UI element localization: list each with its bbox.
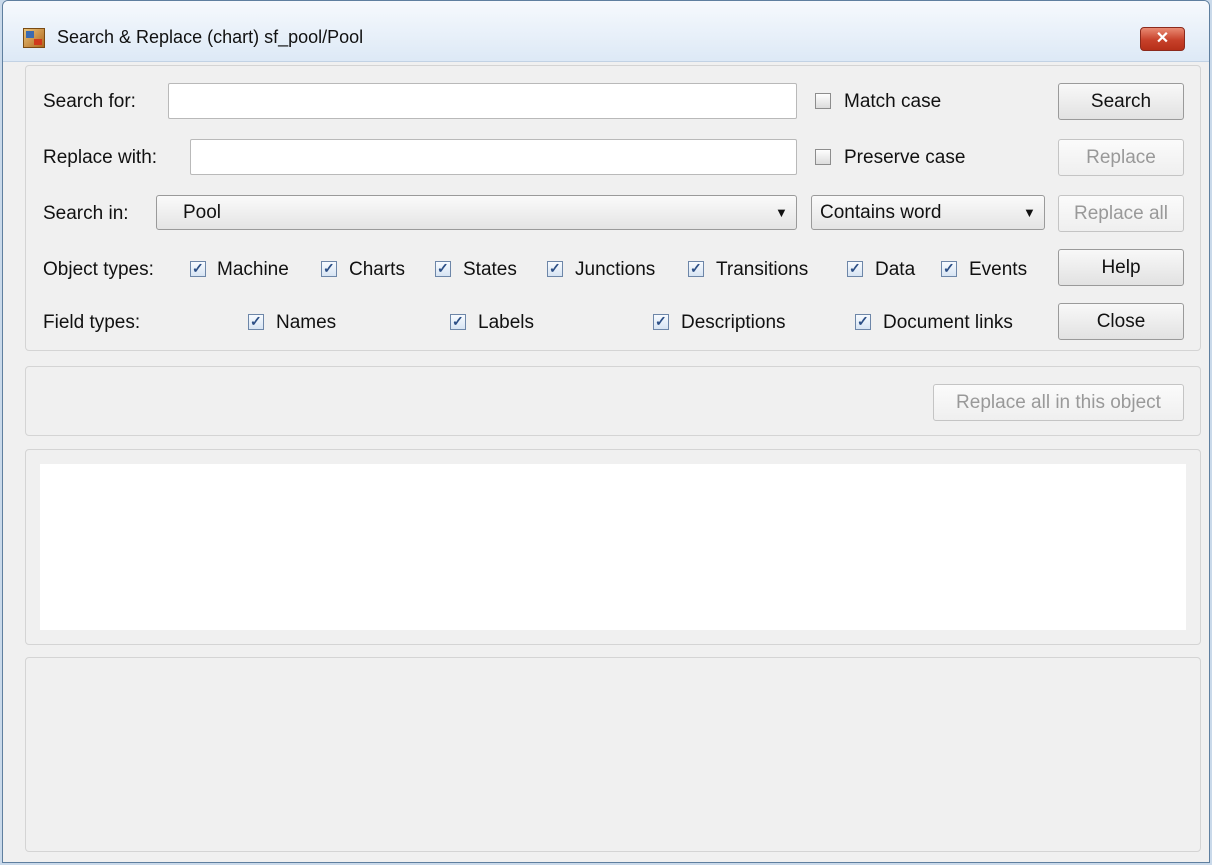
check-icon: ✓ bbox=[943, 260, 955, 276]
check-icon: ✓ bbox=[437, 260, 449, 276]
close-icon: ✕ bbox=[1155, 30, 1170, 47]
field-type-document-links-label: Document links bbox=[883, 312, 1013, 333]
search-button[interactable]: Search bbox=[1058, 83, 1184, 120]
search-in-dropdown[interactable]: Pool ▼ bbox=[156, 195, 797, 230]
preserve-case-checkbox[interactable] bbox=[815, 149, 831, 165]
check-icon: ✓ bbox=[323, 260, 335, 276]
field-type-labels-label: Labels bbox=[478, 312, 534, 333]
object-type-junctions-checkbox[interactable]: ✓ bbox=[547, 260, 563, 277]
window-close-button[interactable]: ✕ bbox=[1140, 27, 1185, 51]
replace-input[interactable] bbox=[190, 139, 797, 175]
check-icon: ✓ bbox=[655, 313, 667, 329]
match-mode-dropdown[interactable]: Contains word ▼ bbox=[811, 195, 1045, 230]
results-area[interactable] bbox=[40, 464, 1186, 630]
object-types-label: Object types: bbox=[43, 259, 154, 280]
help-button[interactable]: Help bbox=[1058, 249, 1184, 286]
field-type-descriptions-label: Descriptions bbox=[681, 312, 786, 333]
check-icon: ✓ bbox=[549, 260, 561, 276]
chevron-down-icon: ▼ bbox=[1023, 205, 1036, 220]
replace-button[interactable]: Replace bbox=[1058, 139, 1184, 176]
chevron-down-icon: ▼ bbox=[775, 205, 788, 220]
field-type-labels-checkbox[interactable]: ✓ bbox=[450, 313, 466, 330]
replace-with-label: Replace with: bbox=[43, 147, 158, 168]
object-type-charts-label: Charts bbox=[349, 259, 405, 280]
search-in-value: Pool bbox=[183, 202, 222, 223]
title-bar: Search & Replace (chart) sf_pool/Pool ✕ bbox=[3, 1, 1209, 62]
search-in-label: Search in: bbox=[43, 203, 129, 224]
object-type-machine-checkbox[interactable]: ✓ bbox=[190, 260, 206, 277]
field-type-descriptions-checkbox[interactable]: ✓ bbox=[653, 313, 669, 330]
preserve-case-label: Preserve case bbox=[844, 147, 966, 168]
match-mode-value: Contains word bbox=[820, 202, 942, 223]
object-type-data-label: Data bbox=[875, 259, 916, 280]
field-types-label: Field types: bbox=[43, 312, 141, 333]
object-type-transitions-checkbox[interactable]: ✓ bbox=[688, 260, 704, 277]
window-title: Search & Replace (chart) sf_pool/Pool bbox=[57, 27, 364, 47]
object-type-events-checkbox[interactable]: ✓ bbox=[941, 260, 957, 277]
object-type-states-label: States bbox=[463, 259, 517, 280]
search-for-label: Search for: bbox=[43, 91, 136, 112]
match-case-checkbox[interactable] bbox=[815, 93, 831, 109]
check-icon: ✓ bbox=[690, 260, 702, 276]
object-type-machine-label: Machine bbox=[217, 259, 289, 280]
field-type-names-label: Names bbox=[276, 312, 337, 333]
check-icon: ✓ bbox=[849, 260, 861, 276]
check-icon: ✓ bbox=[452, 313, 464, 329]
object-type-charts-checkbox[interactable]: ✓ bbox=[321, 260, 337, 277]
check-icon: ✓ bbox=[857, 313, 869, 329]
details-panel bbox=[25, 657, 1201, 852]
match-case-label: Match case bbox=[844, 91, 942, 112]
object-type-junctions-label: Junctions bbox=[575, 259, 656, 280]
check-icon: ✓ bbox=[250, 313, 262, 329]
search-input[interactable] bbox=[168, 83, 797, 119]
field-type-document-links-checkbox[interactable]: ✓ bbox=[855, 313, 871, 330]
check-icon: ✓ bbox=[192, 260, 204, 276]
field-type-names-checkbox[interactable]: ✓ bbox=[248, 313, 264, 330]
close-button[interactable]: Close bbox=[1058, 303, 1184, 340]
object-type-events-label: Events bbox=[969, 259, 1028, 280]
stateflow-app-icon bbox=[23, 28, 45, 48]
replace-all-in-object-button[interactable]: Replace all in this object bbox=[933, 384, 1184, 421]
replace-all-button[interactable]: Replace all bbox=[1058, 195, 1184, 232]
object-type-transitions-label: Transitions bbox=[716, 259, 809, 280]
object-type-states-checkbox[interactable]: ✓ bbox=[435, 260, 451, 277]
object-type-data-checkbox[interactable]: ✓ bbox=[847, 260, 863, 277]
search-replace-window: Search & Replace (chart) sf_pool/Pool ✕ … bbox=[2, 0, 1210, 863]
